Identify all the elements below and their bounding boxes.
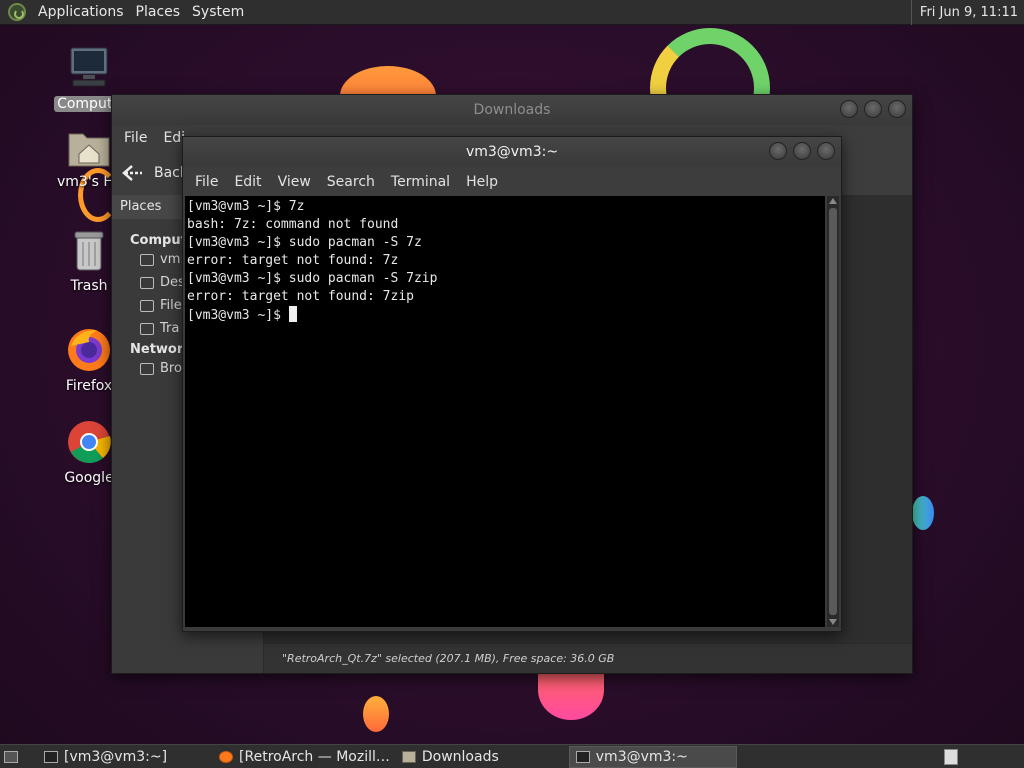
menu-edit[interactable]: Edit [226,174,269,190]
menu-terminal[interactable]: Terminal [383,174,458,190]
terminal-line: [vm3@vm3 ~]$ sudo pacman -S 7zip [187,271,438,286]
taskbar-item-label: Downloads [421,748,499,765]
close-button[interactable] [888,100,906,118]
home-folder-icon [68,133,110,167]
status-bar: "RetroArch_Qt.7z" selected (207.1 MB), F… [264,643,912,673]
terminal-line: [vm3@vm3 ~]$ sudo pacman -S 7z [187,235,422,250]
top-panel: Applications Places System Fri Jun 9, 11… [0,0,1024,25]
terminal-menubar: File Edit View Search Terminal Help [183,167,841,196]
terminal-prompt-line[interactable]: [vm3@vm3 ~]$ [187,306,823,325]
drive-icon [140,299,154,312]
firefox-icon [68,329,110,371]
home-icon [140,253,154,266]
desktop-icon-label: Firefox [65,378,113,394]
show-desktop-button[interactable] [0,746,22,768]
computer-icon [70,47,108,87]
terminal-output[interactable]: [vm3@vm3 ~]$ 7z bash: 7z: command not fou… [185,196,825,627]
terminal-line: bash: 7z: command not found [187,217,399,232]
chrome-icon [68,421,111,463]
network-icon [140,362,154,375]
show-desktop-icon [4,750,18,763]
terminal-line: [vm3@vm3 ~]$ 7z [187,199,305,214]
sidebar-item-label: File [160,298,182,313]
desktop-icon [140,276,154,289]
taskbar-item-label: [vm3@vm3:~] [64,748,168,765]
close-button[interactable] [817,142,835,160]
taskbar-item[interactable]: [RetroArch — Mozill… [213,746,396,768]
menu-file[interactable]: File [187,174,226,190]
text-cursor [288,306,297,322]
terminal-icon [575,750,590,763]
window-title: vm3@vm3:~ [465,144,559,160]
maximize-button[interactable] [793,142,811,160]
terminal-scrollbar[interactable] [827,196,839,627]
scrollbar-thumb[interactable] [829,208,837,615]
window-title: Downloads [473,102,551,118]
minimize-button[interactable] [840,100,858,118]
applications-menu[interactable]: Applications [32,0,130,25]
terminal-line: error: target not found: 7zip [187,289,414,304]
scroll-up-arrow-icon[interactable] [829,198,837,204]
taskbar-item-label: [RetroArch — Mozill… [239,748,390,765]
menu-file[interactable]: File [116,130,155,146]
back-arrow-icon [122,165,142,181]
taskbar-item-label: vm3@vm3:~ [595,748,688,765]
workspace-icon [944,748,958,765]
menu-help[interactable]: Help [458,174,506,190]
terminal-titlebar[interactable]: vm3@vm3:~ [183,137,841,167]
terminal-line: error: target not found: 7z [187,253,399,268]
file-manager-titlebar[interactable]: Downloads [112,95,912,125]
menu-search[interactable]: Search [319,174,383,190]
scroll-down-arrow-icon[interactable] [829,619,837,625]
sidebar-item-label: Bro [160,361,182,376]
mate-logo-icon[interactable] [8,3,26,21]
terminal-prompt: [vm3@vm3 ~]$ [187,308,289,323]
terminal-window[interactable]: vm3@vm3:~ File Edit View Search Terminal… [182,136,842,632]
minimize-button[interactable] [769,142,787,160]
firefox-icon [219,750,234,763]
taskbar-item[interactable]: [vm3@vm3:~] [38,746,173,768]
panel-clock[interactable]: Fri Jun 9, 11:11 [910,0,1018,25]
places-menu[interactable]: Places [130,0,187,25]
bottom-taskbar: [vm3@vm3:~] [RetroArch — Mozill… Downloa… [0,744,1024,768]
taskbar-item-active[interactable]: vm3@vm3:~ [568,745,737,768]
trash-icon [140,322,154,335]
trash-icon [74,231,104,271]
workspace-switcher[interactable] [938,746,964,768]
desktop-icon-label: Google [64,470,114,486]
sidebar-item-label: Tra [160,321,180,336]
places-header[interactable]: Places [112,195,182,219]
menu-view[interactable]: View [270,174,319,190]
system-menu[interactable]: System [186,0,250,25]
back-button[interactable]: Back [122,164,188,182]
folder-icon [401,750,416,763]
desktop-icon-label: Trash [70,278,108,294]
taskbar-item[interactable]: Downloads [396,746,505,768]
terminal-icon [44,750,58,763]
maximize-button[interactable] [864,100,882,118]
